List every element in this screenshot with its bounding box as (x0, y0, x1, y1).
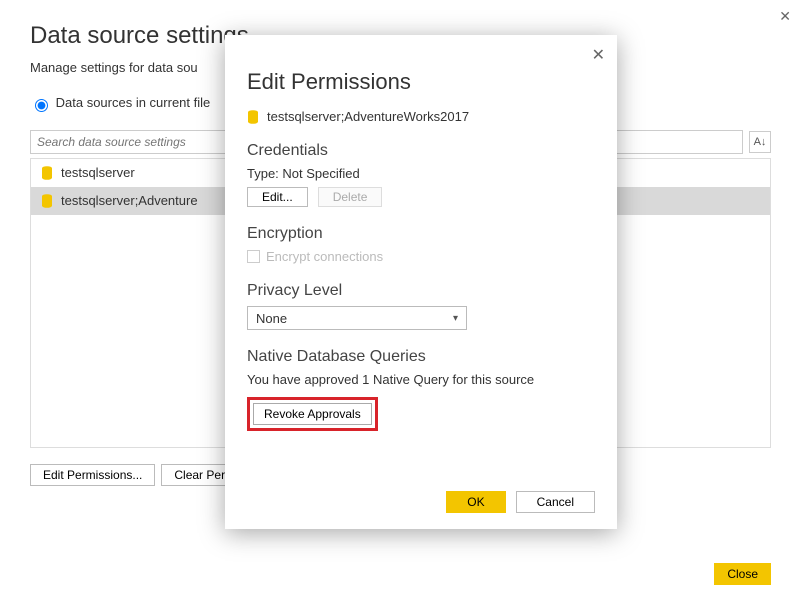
credentials-delete-button: Delete (318, 187, 383, 207)
scope-current-file-radio[interactable]: Data sources in current file (30, 95, 210, 110)
scope-radio-input[interactable] (35, 99, 48, 112)
credentials-type: Type: Not Specified (247, 166, 595, 181)
cancel-button[interactable]: Cancel (516, 491, 595, 513)
outer-close-icon[interactable]: ✕ (779, 8, 791, 25)
dialog-title: Edit Permissions (247, 69, 595, 95)
credentials-edit-button[interactable]: Edit... (247, 187, 308, 207)
scope-radio-label: Data sources in current file (56, 95, 211, 110)
encryption-heading: Encryption (247, 225, 595, 243)
encrypt-checkbox (247, 250, 260, 263)
list-item-label: testsqlserver;Adventure (61, 193, 198, 208)
dialog-datasource-line: testsqlserver;AdventureWorks2017 (247, 109, 595, 124)
sort-button[interactable]: A↓ (749, 131, 771, 153)
revoke-highlight: Revoke Approvals (247, 397, 378, 431)
credentials-heading: Credentials (247, 142, 595, 160)
edit-permissions-button[interactable]: Edit Permissions... (30, 464, 155, 486)
ok-button[interactable]: OK (446, 491, 505, 513)
edit-permissions-dialog: ✕ Edit Permissions testsqlserver;Adventu… (225, 35, 617, 529)
database-icon (247, 110, 259, 124)
list-item-label: testsqlserver (61, 165, 135, 180)
chevron-down-icon: ▾ (453, 313, 458, 324)
privacy-heading: Privacy Level (247, 282, 595, 300)
revoke-approvals-button[interactable]: Revoke Approvals (253, 403, 372, 425)
dialog-datasource-name: testsqlserver;AdventureWorks2017 (267, 109, 469, 124)
close-button[interactable]: Close (714, 563, 771, 585)
native-queries-message: You have approved 1 Native Query for thi… (247, 372, 595, 387)
database-icon (41, 166, 53, 180)
encrypt-checkbox-row: Encrypt connections (247, 249, 595, 264)
privacy-level-select[interactable]: None ▾ (247, 306, 467, 330)
privacy-level-value: None (256, 311, 287, 326)
native-queries-heading: Native Database Queries (247, 348, 595, 366)
dialog-close-icon[interactable]: ✕ (592, 45, 605, 65)
database-icon (41, 194, 53, 208)
encrypt-checkbox-label: Encrypt connections (266, 249, 383, 264)
